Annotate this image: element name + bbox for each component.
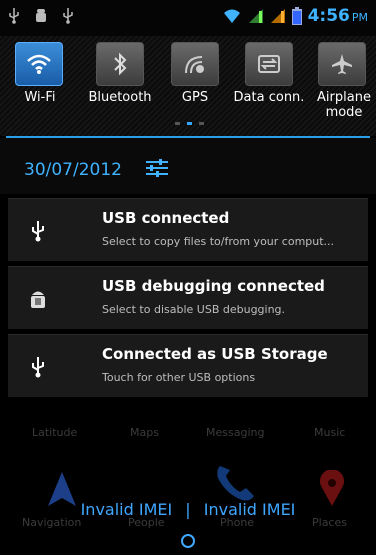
home-screen-background: Latitude Maps Messaging Music Navigation… <box>0 390 376 555</box>
app-label-latitude: Latitude <box>32 426 78 439</box>
signal-icon <box>270 9 285 23</box>
wifi-label: Wi-Fi <box>24 90 56 105</box>
usb-icon <box>32 221 44 242</box>
app-label-maps: Maps <box>130 426 159 439</box>
page-dot <box>175 122 180 125</box>
android-debug-icon <box>31 291 45 308</box>
quick-settings-panel: Wi-Fi Bluetooth GPS Data conn. Airplane … <box>0 36 376 136</box>
bluetooth-label: Bluetooth <box>88 90 152 105</box>
app-label-music: Music <box>314 426 346 439</box>
notification-title: Connected as USB Storage <box>102 345 328 363</box>
battery-icon <box>291 7 302 25</box>
usb-icon <box>32 357 44 378</box>
usb-icon <box>63 8 73 24</box>
gps-toggle[interactable] <box>171 42 219 86</box>
app-label-messaging: Messaging <box>206 426 265 439</box>
clock: 4:56 PM <box>307 6 368 26</box>
gps-icon <box>185 56 204 74</box>
data-connection-toggle[interactable] <box>245 42 293 86</box>
carrier-sim2: Invalid IMEI <box>203 500 296 519</box>
airplane-mode-toggle[interactable] <box>318 42 366 86</box>
notification-usb-connected[interactable]: USB connected Select to copy files to/fr… <box>8 198 368 261</box>
bluetooth-toggle[interactable] <box>96 42 144 86</box>
data-icon <box>258 55 280 73</box>
usb-icon <box>9 8 19 24</box>
wifi-toggle[interactable] <box>15 42 63 86</box>
carrier-sim1: Invalid IMEI <box>80 500 173 519</box>
notification-subtitle: Touch for other USB options <box>102 371 256 384</box>
notification-title: USB connected <box>102 209 230 227</box>
carrier-separator: | <box>185 500 191 519</box>
bluetooth-icon <box>114 52 127 76</box>
date-label: 30/07/2012 <box>24 160 122 180</box>
data-connection-label: Data conn. <box>233 90 305 105</box>
wifi-icon <box>27 54 51 74</box>
settings-sliders-icon[interactable] <box>144 158 170 178</box>
android-debug-icon <box>36 9 46 22</box>
airplane-icon <box>332 54 352 74</box>
status-bar: 4:56 PM <box>0 0 376 36</box>
notification-usb-debugging[interactable]: USB debugging connected Select to disabl… <box>8 266 368 329</box>
page-dot <box>199 122 204 125</box>
notification-subtitle: Select to copy files to/from your comput… <box>102 235 335 248</box>
airplane-mode-label: Airplane mode <box>317 90 371 120</box>
notification-subtitle: Select to disable USB debugging. <box>102 303 286 316</box>
page-dot-active <box>187 122 192 125</box>
notification-title: USB debugging connected <box>102 277 325 295</box>
notification-usb-storage[interactable]: Connected as USB Storage Touch for other… <box>8 334 368 397</box>
panel-close-handle[interactable] <box>181 534 195 548</box>
signal-icon <box>248 9 263 23</box>
gps-label: GPS <box>181 90 209 105</box>
carrier-label: Invalid IMEI | Invalid IMEI <box>0 500 376 519</box>
wifi-icon <box>223 9 240 23</box>
page-indicator <box>175 122 204 125</box>
